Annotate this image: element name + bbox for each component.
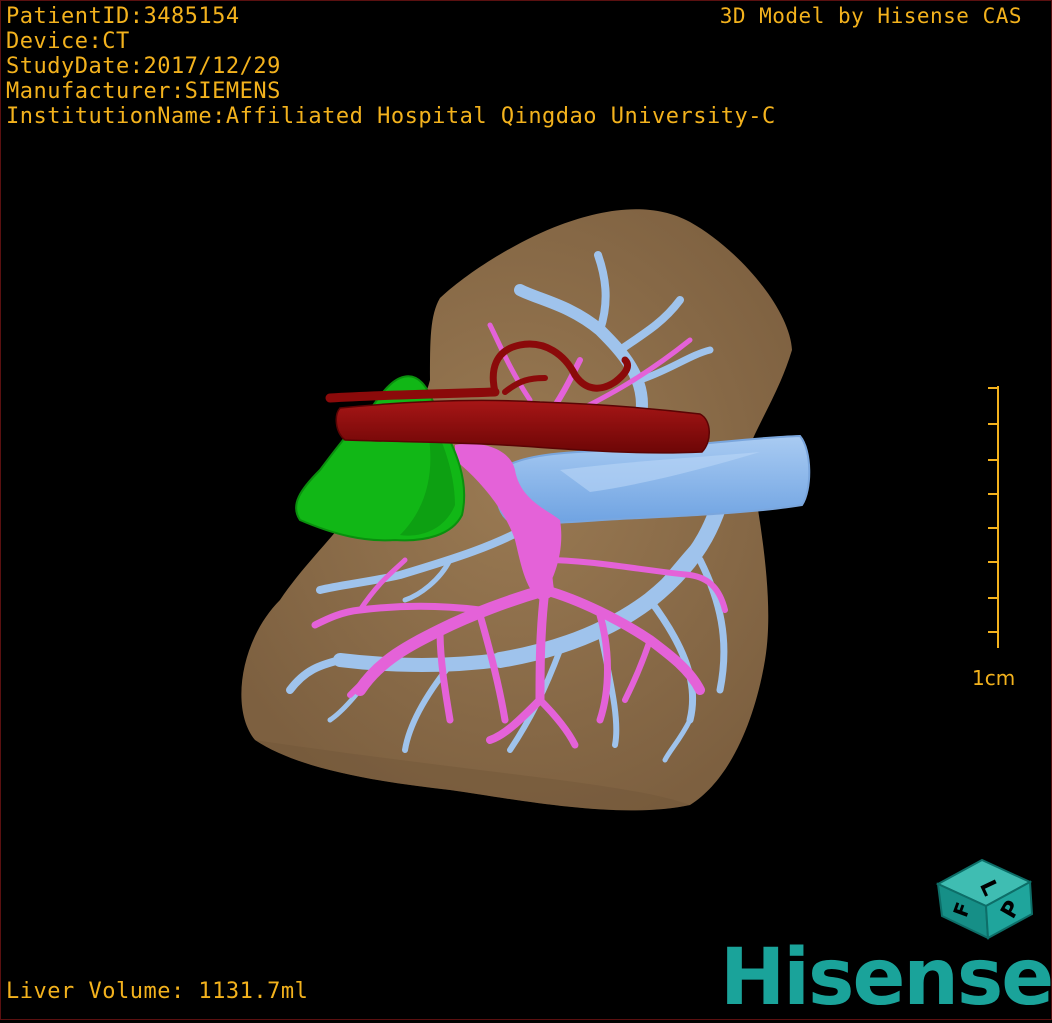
orientation-cube[interactable]: L P F bbox=[930, 842, 1040, 942]
liver-3d-model[interactable] bbox=[0, 0, 1052, 1020]
scale-bar bbox=[988, 386, 999, 648]
scale-bar-label: 1cm bbox=[972, 666, 1016, 690]
hisense-logo: Hisense bbox=[720, 933, 1052, 1023]
liver-volume-text: Liver Volume: 1131.7ml bbox=[6, 979, 309, 1004]
